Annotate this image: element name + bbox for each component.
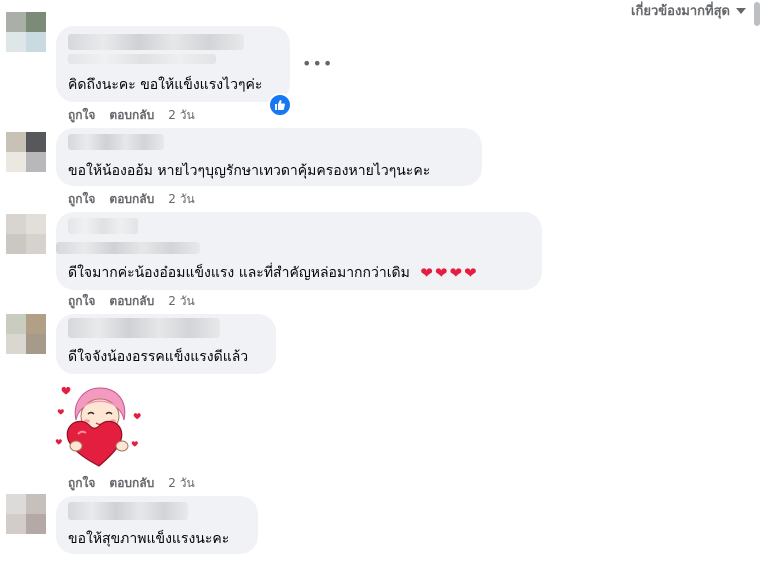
- like-link[interactable]: ถูกใจ: [68, 292, 95, 311]
- comment-text: คิดถึงนะคะ ขอให้แข็งแรงไวๆค่ะ: [68, 77, 263, 93]
- reply-link[interactable]: ตอบกลับ: [109, 106, 154, 125]
- caret-down-icon: [736, 7, 746, 14]
- reaction-badge[interactable]: [268, 93, 292, 117]
- comment-bubble: ดีใจจังน้องอรรคแข็งแรงดีแล้ว: [56, 314, 276, 374]
- comment-text-body: ดีใจมากค่ะน้องอ๋อมแข็งแรง และที่สำคัญหล่…: [68, 265, 410, 281]
- like-link[interactable]: ถูกใจ: [68, 106, 95, 125]
- avatar[interactable]: [6, 214, 46, 254]
- heart-icon: ❤: [449, 264, 463, 282]
- timestamp[interactable]: 2 วัน: [168, 292, 194, 311]
- comment-bubble: คิดถึงนะคะ ขอให้แข็งแรงไวๆค่ะ: [56, 26, 290, 102]
- timestamp[interactable]: 2 วัน: [168, 106, 194, 125]
- heart-girl-sticker: [55, 386, 141, 467]
- heart-icon: ❤: [464, 264, 477, 282]
- comment-bubble: ขอให้สุขภาพแข็งแรงนะคะ: [56, 496, 258, 554]
- commenter-name[interactable]: [68, 218, 138, 234]
- reply-link[interactable]: ตอบกลับ: [109, 474, 154, 493]
- like-link[interactable]: ถูกใจ: [68, 474, 95, 493]
- comment-text: ดีใจมากค่ะน้องอ๋อมแข็งแรง และที่สำคัญหล่…: [68, 262, 477, 284]
- reply-link[interactable]: ตอบกลับ: [109, 190, 154, 209]
- avatar[interactable]: [6, 12, 46, 52]
- comment-actions: ถูกใจ ตอบกลับ 2 วัน: [68, 190, 195, 209]
- commenter-name-detail: [56, 242, 200, 254]
- avatar[interactable]: [6, 494, 46, 534]
- sort-label: เกี่ยวข้องมากที่สุด: [631, 4, 730, 19]
- comment-text: ขอให้สุขภาพแข็งแรงนะคะ: [68, 531, 230, 547]
- heart-icon: ❤: [420, 264, 433, 282]
- heart-emojis: ❤ ❤ ❤ ❤: [420, 264, 477, 282]
- avatar[interactable]: [6, 132, 46, 172]
- comment-bubble: ดีใจมากค่ะน้องอ๋อมแข็งแรง และที่สำคัญหล่…: [56, 212, 542, 290]
- heart-icon: ❤: [434, 264, 448, 282]
- comment-actions: ถูกใจ ตอบกลับ 2 วัน: [68, 106, 195, 125]
- comments-panel: เกี่ยวข้องมากที่สุด คิดถึงนะคะ ขอให้แข็ง…: [0, 0, 766, 568]
- sort-dropdown[interactable]: เกี่ยวข้องมากที่สุด: [631, 0, 746, 21]
- commenter-name[interactable]: [68, 318, 220, 338]
- commenter-name-detail: [68, 54, 216, 64]
- timestamp[interactable]: 2 วัน: [168, 474, 194, 493]
- comment-actions: ถูกใจ ตอบกลับ 2 วัน: [68, 292, 195, 311]
- timestamp[interactable]: 2 วัน: [168, 190, 194, 209]
- comment-text: ขอให้น้องออ้ม หายไวๆบุญรักษาเทวดาคุ้มครอ…: [68, 163, 431, 179]
- scrollbar[interactable]: [754, 2, 760, 26]
- comment-actions: ถูกใจ ตอบกลับ 2 วัน: [68, 474, 195, 493]
- commenter-name[interactable]: [68, 134, 164, 150]
- avatar[interactable]: [6, 314, 46, 354]
- commenter-name[interactable]: [68, 502, 188, 520]
- commenter-name[interactable]: [68, 34, 244, 50]
- comment-bubble: ขอให้น้องออ้ม หายไวๆบุญรักษาเทวดาคุ้มครอ…: [56, 128, 482, 186]
- comment-text: ดีใจจังน้องอรรคแข็งแรงดีแล้ว: [68, 349, 249, 365]
- more-options-button[interactable]: •••: [302, 56, 333, 72]
- reply-link[interactable]: ตอบกลับ: [109, 292, 154, 311]
- thumbs-up-icon: [275, 100, 285, 110]
- like-link[interactable]: ถูกใจ: [68, 190, 95, 209]
